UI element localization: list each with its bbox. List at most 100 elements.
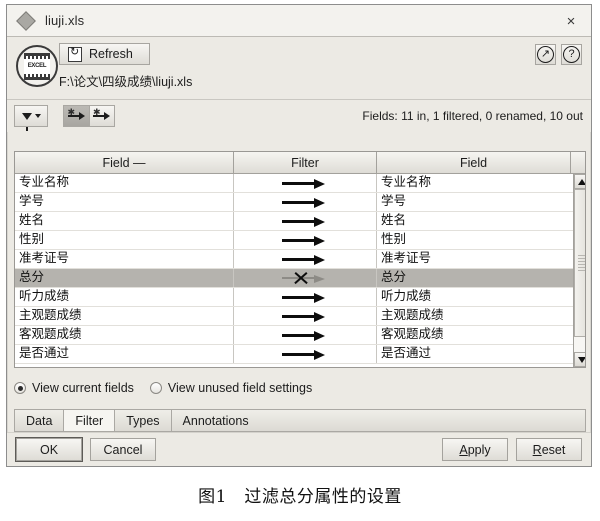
refresh-button-label: Refresh <box>89 47 133 61</box>
radio-icon[interactable] <box>14 382 26 394</box>
field-in-cell[interactable]: 专业名称 <box>15 174 234 192</box>
close-icon[interactable]: × <box>561 11 581 31</box>
field-out-cell[interactable]: 准考证号 <box>377 250 573 268</box>
filter-pass-arrow-icon <box>282 292 328 303</box>
field-out-cell[interactable]: 学号 <box>377 193 573 211</box>
filter-pass-arrow-icon <box>282 178 328 189</box>
field-out-cell[interactable]: 总分 <box>377 269 573 287</box>
arrow-drop-icon[interactable]: ✱ <box>89 105 115 127</box>
reset-button[interactable]: Reset <box>516 438 582 461</box>
table-header-row: Field — Filter Field <box>15 152 585 174</box>
filter-cell[interactable] <box>234 326 377 344</box>
table-body: 专业名称 专业名称 学号 学号 姓名 姓名 性别 性别 准考证号 准考证号 总分 总分 听力成绩 听力成绩… <box>15 174 585 367</box>
filter-cell[interactable] <box>234 269 377 287</box>
reset-rest: eset <box>541 442 566 457</box>
filter-cell[interactable] <box>234 231 377 249</box>
cancel-button[interactable]: Cancel <box>90 438 156 461</box>
funnel-glyph <box>21 112 32 131</box>
help-question-icon[interactable]: ? <box>561 44 582 65</box>
dialog-window: liuji.xls × EXCEL Refresh F:\论文\四级成绩\liu… <box>6 4 592 467</box>
field-in-cell[interactable]: 姓名 <box>15 212 234 230</box>
diamond-icon <box>16 10 36 31</box>
field-out-cell[interactable]: 专业名称 <box>377 174 573 192</box>
field-in-cell[interactable]: 是否通过 <box>15 345 234 363</box>
filter-pass-arrow-icon <box>282 235 328 246</box>
table-row[interactable]: 是否通过 是否通过 <box>15 345 573 364</box>
filter-cell[interactable] <box>234 250 377 268</box>
table-row[interactable]: 性别 性别 <box>15 231 573 250</box>
filter-cell[interactable] <box>234 307 377 325</box>
filter-cell[interactable] <box>234 174 377 192</box>
window-title: liuji.xls <box>45 13 85 28</box>
field-out-cell[interactable]: 是否通过 <box>377 345 573 363</box>
tab-types[interactable]: Types <box>114 409 172 431</box>
filter-cell[interactable] <box>234 193 377 211</box>
scroll-up-icon[interactable] <box>574 174 585 189</box>
screenshot-root: liuji.xls × EXCEL Refresh F:\论文\四级成绩\liu… <box>0 0 600 521</box>
scroll-down-icon[interactable] <box>574 352 585 367</box>
table-rows: 专业名称 专业名称 学号 学号 姓名 姓名 性别 性别 准考证号 准考证号 总分 总分 听力成绩 听力成绩… <box>15 174 573 367</box>
file-path-label: F:\论文\四级成绩\liuji.xls <box>59 75 193 89</box>
table-row[interactable]: 专业名称 专业名称 <box>15 174 573 193</box>
filter-cell[interactable] <box>234 345 377 363</box>
tab-bar-filler <box>259 409 586 431</box>
table-row[interactable]: 姓名 姓名 <box>15 212 573 231</box>
refresh-icon <box>68 45 82 62</box>
arrow-keep-icon[interactable]: ✱ <box>63 105 89 127</box>
help-question-glyph: ? <box>563 46 580 63</box>
column-header-field-out[interactable]: Field <box>377 152 571 173</box>
field-in-cell[interactable]: 总分 <box>15 269 234 287</box>
view-option-current-fields[interactable]: View current fields <box>14 381 134 395</box>
column-header-spacer <box>571 152 585 173</box>
vertical-scrollbar[interactable] <box>573 174 585 367</box>
reset-mnemonic: R <box>532 442 542 457</box>
excel-icon: EXCEL <box>16 45 58 87</box>
apply-button[interactable]: Apply <box>442 438 508 461</box>
field-in-cell[interactable]: 性别 <box>15 231 234 249</box>
table-row[interactable]: 学号 学号 <box>15 193 573 212</box>
field-in-cell[interactable]: 准考证号 <box>15 250 234 268</box>
table-row[interactable]: 主观题成绩 主观题成绩 <box>15 307 573 326</box>
radio-icon[interactable] <box>149 382 162 394</box>
field-in-cell[interactable]: 主观题成绩 <box>15 307 234 325</box>
field-out-cell[interactable]: 听力成绩 <box>377 288 573 306</box>
table-row[interactable]: 听力成绩 听力成绩 <box>15 288 573 307</box>
figure-caption: 图1 过滤总分属性的设置 <box>198 487 402 507</box>
filter-pass-arrow-icon <box>282 216 328 227</box>
filter-pass-arrow-icon <box>282 330 328 341</box>
filter-cell[interactable] <box>234 212 377 230</box>
table-row[interactable]: 客观题成绩 客观题成绩 <box>15 326 573 345</box>
filter-cell[interactable] <box>234 288 377 306</box>
table-row[interactable]: 总分 总分 <box>15 269 573 288</box>
ok-button[interactable]: OK <box>16 438 82 461</box>
field-out-cell[interactable]: 姓名 <box>377 212 573 230</box>
field-in-cell[interactable]: 学号 <box>15 193 234 211</box>
tab-data[interactable]: Data <box>14 409 65 431</box>
expand-arrow-glyph: ↗ <box>537 46 554 63</box>
expand-arrow-icon[interactable]: ↗ <box>535 44 556 65</box>
field-in-cell[interactable]: 听力成绩 <box>15 288 234 306</box>
apply-mnemonic: A <box>459 442 468 457</box>
field-in-cell[interactable]: 客观题成绩 <box>15 326 234 344</box>
refresh-button[interactable]: Refresh <box>59 43 150 65</box>
arrow-drop-glyph: ✱ <box>93 108 111 123</box>
scrollbar-track[interactable] <box>574 189 585 352</box>
filter-blocked-icon <box>282 273 328 283</box>
table-row[interactable]: 准考证号 准考证号 <box>15 250 573 269</box>
dialog-button-bar: OK Cancel Apply Reset <box>7 432 591 466</box>
tab-bar: Data Filter Types Annotations <box>14 408 586 432</box>
field-out-cell[interactable]: 客观题成绩 <box>377 326 573 344</box>
chevron-down-icon <box>34 114 41 118</box>
field-out-cell[interactable]: 性别 <box>377 231 573 249</box>
scrollbar-thumb[interactable] <box>574 189 585 337</box>
view-options-group: View current fields View unused field set… <box>14 375 586 401</box>
column-header-field-in[interactable]: Field — <box>15 152 234 173</box>
tab-annotations[interactable]: Annotations <box>170 409 261 431</box>
column-header-filter[interactable]: Filter <box>234 152 377 173</box>
view-option-unused-field-settings[interactable]: View unused field settings <box>149 381 312 395</box>
filter-pass-arrow-icon <box>282 254 328 265</box>
filter-funnel-icon[interactable] <box>14 105 48 131</box>
field-out-cell[interactable]: 主观题成绩 <box>377 307 573 325</box>
tab-filter[interactable]: Filter <box>63 409 116 431</box>
title-bar: liuji.xls × <box>7 5 591 37</box>
